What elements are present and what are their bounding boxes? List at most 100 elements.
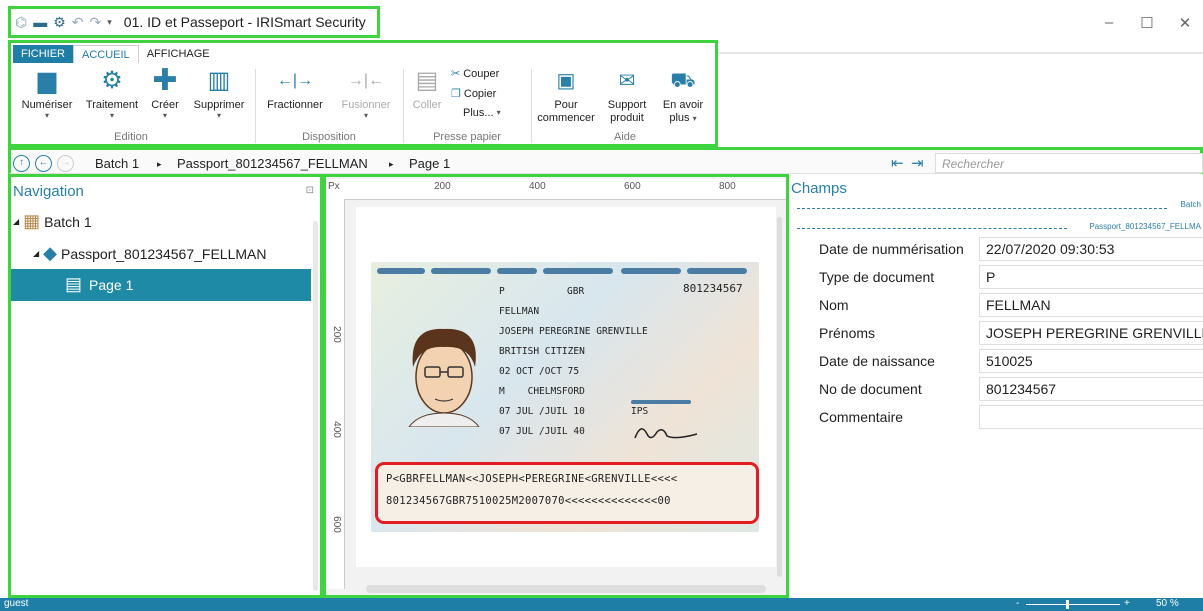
- field-label: Commentaire: [819, 409, 904, 425]
- search-input[interactable]: Rechercher: [935, 153, 1203, 173]
- passport-type: P: [499, 286, 505, 297]
- supprimer-button[interactable]: ▥ Supprimer ▾: [189, 65, 249, 120]
- mrz-line-1: P<GBRFELLMAN<<JOSEPH<PEREGRINE<GRENVILLE…: [386, 473, 678, 485]
- zoom-level: 50 %: [1156, 598, 1179, 609]
- field-label: Nom: [819, 297, 849, 313]
- field-label: Date de naissance: [819, 353, 935, 369]
- birth-date-field[interactable]: 510025: [979, 349, 1203, 373]
- horizontal-scrollbar[interactable]: [366, 585, 766, 593]
- window-title: 01. ID et Passeport - IRISmart Security: [123, 14, 366, 30]
- forward-icon[interactable]: →: [57, 155, 74, 172]
- portrait-image: [408, 328, 480, 427]
- tab-fichier[interactable]: FICHIER: [13, 45, 73, 63]
- breadcrumb: ↑ ← → Batch 1 ▸ Passport_801234567_FELLM…: [8, 147, 1203, 174]
- copier-button[interactable]: ❐ Copier: [451, 87, 496, 101]
- field-label: No de document: [819, 381, 922, 397]
- passport-dob: 02 OCT /OCT 75: [499, 366, 580, 377]
- passport-issue-date: 07 JUL /JUIL 10: [499, 406, 585, 417]
- passport-given-names: JOSEPH PEREGRINE GRENVILLE: [499, 326, 648, 337]
- passport-band: [543, 268, 613, 274]
- en-avoir-plus-button[interactable]: ⛟ En avoir plus ▾: [655, 65, 711, 125]
- field-label: Date de nummérisation: [819, 241, 964, 257]
- close-button[interactable]: ✕: [1176, 14, 1194, 32]
- expand-icon[interactable]: ◢: [33, 249, 39, 258]
- passport-image: P GBR 801234567 FELLMAN JOSEPH PEREGRINE…: [371, 262, 759, 532]
- split-icon: ←|→: [276, 72, 314, 89]
- plus-icon: ✚: [152, 64, 178, 97]
- back-icon[interactable]: ←: [35, 155, 52, 172]
- navigation-panel: Navigation ⊡ ◢ ▦ Batch 1 ◢ ◆ Passport_80…: [8, 174, 323, 598]
- field-label: Type de document: [819, 269, 935, 285]
- mrz-zone[interactable]: P<GBRFELLMAN<<JOSEPH<PEREGRINE<GRENVILLE…: [375, 462, 759, 524]
- surname-field[interactable]: FELLMAN: [979, 293, 1203, 317]
- cart-icon: ⛟: [670, 70, 696, 92]
- comment-field[interactable]: [979, 405, 1203, 429]
- collapse-left-icon[interactable]: ⇤: [891, 154, 904, 172]
- zoom-slider[interactable]: [1026, 604, 1120, 605]
- tree-item-page[interactable]: ▤ Page 1: [11, 269, 311, 301]
- ruler-unit: Px: [328, 181, 340, 192]
- video-icon: ▣: [556, 70, 576, 92]
- passport-authority: IPS: [631, 406, 649, 417]
- group-label-disposition: Disposition: [302, 131, 356, 143]
- pour-commencer-button[interactable]: ▣ Pour commencer: [535, 65, 597, 125]
- scan-date-field[interactable]: 22/07/2020 09:30:53: [979, 237, 1203, 261]
- group-separator: [255, 69, 256, 143]
- app-logo-icon: ⌬: [15, 14, 28, 30]
- numeriser-button[interactable]: ▆ Numériser ▾: [17, 65, 77, 120]
- document-number-field[interactable]: 801234567: [979, 377, 1203, 401]
- phone-mail-icon: ✉: [618, 70, 636, 92]
- image-viewer: 200 400 600 Px 200 400 600 800 P GBR 801…: [323, 174, 789, 598]
- group-presse-papier: ▤ Coller ✂ Couper ❐ Copier Plus... ▾ Pre…: [407, 65, 527, 145]
- document-type-field[interactable]: P: [979, 265, 1203, 289]
- group-label-aide: Aide: [613, 131, 637, 143]
- gears-icon: ⚙: [101, 67, 123, 94]
- divider: [797, 208, 1167, 209]
- chevron-down-icon: ▾: [496, 108, 501, 117]
- qat-dropdown-icon[interactable]: ▾: [107, 17, 112, 27]
- undo-icon[interactable]: ↶: [72, 15, 84, 29]
- vertical-scrollbar[interactable]: [777, 217, 782, 577]
- creer-button[interactable]: ✚ Créer ▾: [145, 65, 185, 120]
- support-produit-button[interactable]: ✉ Support produit: [601, 65, 653, 125]
- collapse-right-icon[interactable]: ⇥: [911, 154, 924, 172]
- coller-button[interactable]: ▤ Coller: [409, 65, 445, 112]
- scrollbar[interactable]: [313, 221, 318, 591]
- zoom-slider-thumb[interactable]: [1066, 600, 1069, 609]
- zoom-out-button[interactable]: -: [1016, 598, 1019, 609]
- tab-accueil[interactable]: ACCUEIL: [73, 45, 139, 63]
- pin-icon[interactable]: ⊡: [306, 185, 314, 196]
- fractionner-button[interactable]: ←|→ Fractionner: [259, 65, 331, 112]
- fusionner-button[interactable]: →|← Fusionner ▾: [335, 65, 397, 120]
- breadcrumb-item-batch[interactable]: Batch 1: [95, 156, 139, 171]
- passport-band: [497, 268, 537, 274]
- chevron-down-icon: ▾: [109, 111, 114, 120]
- group-separator: [531, 69, 532, 143]
- tab-affichage[interactable]: AFFICHAGE: [139, 45, 218, 63]
- open-folder-icon[interactable]: ▬: [33, 15, 47, 29]
- breadcrumb-item-document[interactable]: Passport_801234567_FELLMAN: [177, 156, 368, 171]
- expand-icon[interactable]: ◢: [13, 217, 19, 226]
- up-icon[interactable]: ↑: [13, 155, 30, 172]
- group-disposition: ←|→ Fractionner →|← Fusionner ▾ Disposit…: [259, 65, 399, 145]
- page-icon: ▤: [65, 274, 83, 294]
- tree-item-document[interactable]: ◢ ◆ Passport_801234567_FELLMAN: [33, 243, 266, 264]
- ruler-left: 200 400 600: [326, 179, 345, 589]
- maximize-button[interactable]: ☐: [1138, 14, 1156, 32]
- breadcrumb-item-page[interactable]: Page 1: [409, 156, 450, 171]
- minimize-button[interactable]: –: [1100, 14, 1118, 31]
- passport-band: [377, 268, 425, 274]
- fields-title: Champs: [791, 180, 847, 197]
- couper-button[interactable]: ✂ Couper: [451, 67, 499, 81]
- redo-icon[interactable]: ↷: [90, 15, 102, 29]
- passport-band: [621, 268, 681, 274]
- passport-band: [687, 268, 747, 274]
- settings-icon[interactable]: ⚙: [53, 15, 66, 29]
- group-aide: ▣ Pour commencer ✉ Support produit ⛟ En …: [535, 65, 715, 145]
- plus-dropdown[interactable]: Plus... ▾: [463, 107, 501, 119]
- traitement-button[interactable]: ⚙ Traitement ▾: [81, 65, 143, 120]
- zoom-in-button[interactable]: +: [1124, 598, 1130, 609]
- given-names-field[interactable]: JOSEPH PEREGRINE GRENVILLE: [979, 321, 1203, 345]
- tree-item-batch[interactable]: ◢ ▦ Batch 1: [13, 211, 92, 232]
- document-page: P GBR 801234567 FELLMAN JOSEPH PEREGRINE…: [356, 207, 776, 567]
